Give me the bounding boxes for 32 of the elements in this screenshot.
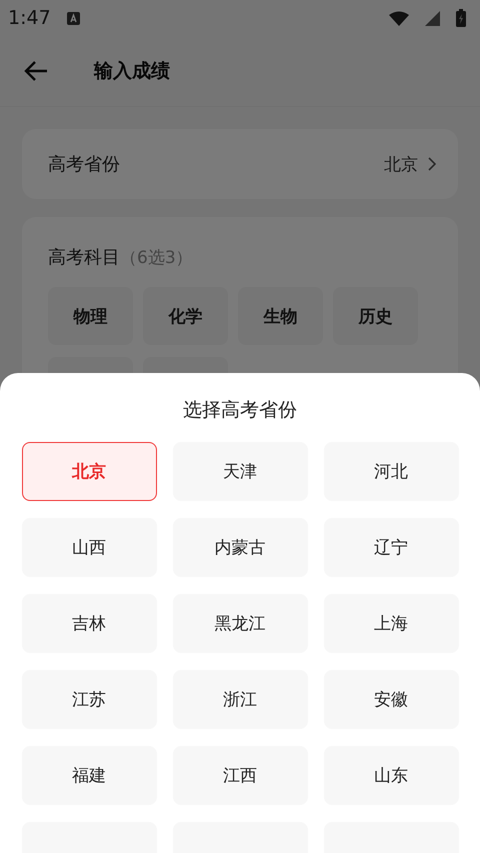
province-option[interactable]: 山东 [324, 746, 458, 805]
province-option[interactable]: 北京 [22, 442, 156, 501]
wifi-icon [389, 10, 409, 26]
notification-icon [66, 12, 80, 24]
subjects-title: 高考科目 [48, 246, 120, 269]
page-title: 输入成绩 [94, 59, 170, 84]
province-option[interactable]: 江西 [172, 746, 308, 805]
province-option[interactable]: 福建 [22, 746, 156, 805]
province-option[interactable]: 吉林 [22, 594, 156, 653]
province-option[interactable]: 黑龙江 [172, 594, 308, 653]
province-option[interactable]: 上海 [324, 594, 458, 653]
province-option[interactable]: 浙江 [172, 670, 308, 729]
sheet-title: 选择高考省份 [183, 398, 297, 423]
province-option[interactable]: 山西 [22, 518, 156, 577]
province-option[interactable]: 天津 [172, 442, 308, 501]
signal-icon [425, 10, 440, 26]
province-label: 高考省份 [48, 153, 121, 176]
subject-chip[interactable]: 物理 [48, 287, 133, 345]
subject-chip[interactable]: 化学 [143, 287, 228, 345]
subject-chip[interactable]: 历史 [333, 287, 418, 345]
province-option[interactable]: 辽宁 [324, 518, 458, 577]
subject-chip[interactable]: 生物 [238, 287, 323, 345]
province-option[interactable]: 江苏 [22, 670, 156, 729]
back-arrow-icon[interactable] [24, 60, 48, 82]
province-option[interactable]: 安徽 [324, 670, 458, 729]
chevron-right-icon [428, 157, 436, 171]
province-value: 北京 [384, 154, 418, 176]
province-row[interactable]: 高考省份 北京 [22, 129, 458, 199]
battery-icon [456, 9, 466, 27]
province-option[interactable]: 内蒙古 [172, 518, 308, 577]
province-option[interactable]: 河北 [324, 442, 458, 501]
status-time: 1:47 [8, 7, 51, 29]
